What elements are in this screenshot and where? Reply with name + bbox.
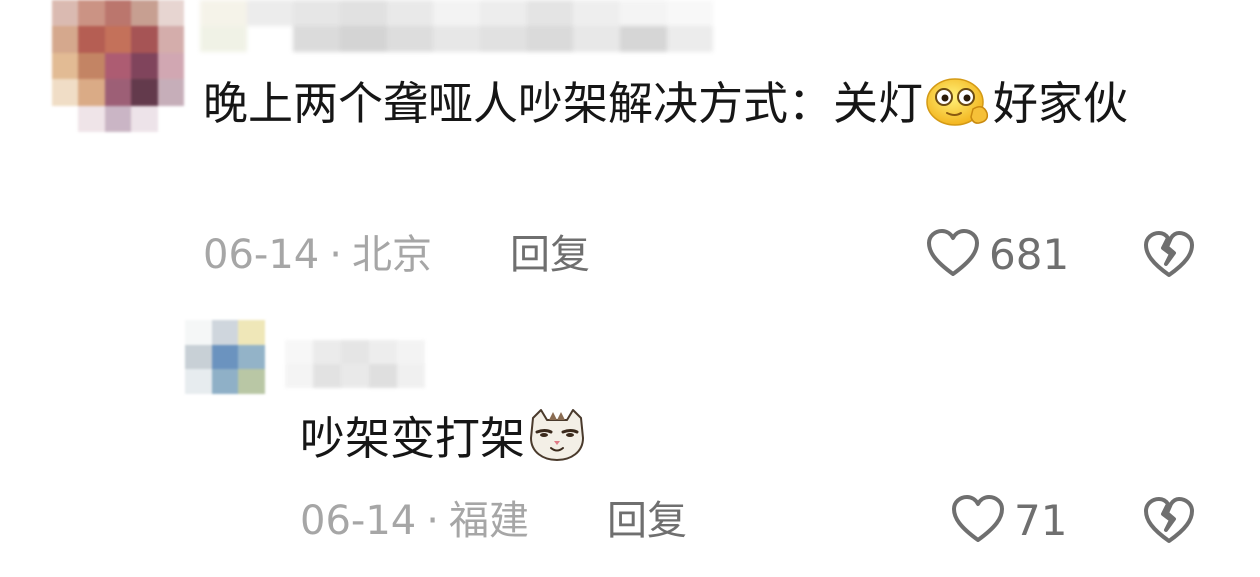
broken-heart-icon xyxy=(1143,231,1195,283)
dislike-button[interactable] xyxy=(1143,497,1195,549)
comment-text: 吵架变打架 xyxy=(300,408,1100,477)
comment-meta: 06-14 · 福建 xyxy=(300,496,529,546)
username-blurred[interactable] xyxy=(285,340,425,388)
comment-meta: 06-14 · 北京 xyxy=(203,230,432,280)
reply-button[interactable]: 回复 xyxy=(607,496,687,546)
like-count: 71 xyxy=(1014,496,1068,545)
smug-cat-emoji-icon xyxy=(527,408,587,477)
thinking-peek-emoji-icon xyxy=(925,75,991,142)
broken-heart-icon xyxy=(1143,497,1195,549)
comment-date: 06-14 xyxy=(203,232,320,278)
comment-location: 福建 xyxy=(448,498,529,544)
like-button[interactable]: 681 xyxy=(925,228,1069,282)
like-button[interactable]: 71 xyxy=(950,494,1067,548)
separator-dot: · xyxy=(426,498,439,544)
dislike-button[interactable] xyxy=(1143,231,1195,283)
heart-outline-icon xyxy=(950,494,1006,548)
avatar-blurred[interactable] xyxy=(52,0,184,132)
comment-location: 北京 xyxy=(351,232,432,278)
username-blurred[interactable] xyxy=(200,0,760,52)
separator-dot: · xyxy=(329,232,342,278)
avatar-blurred[interactable] xyxy=(185,320,265,394)
comment-text: 晚上两个聋哑人吵架解决方式：关灯 好家伙 xyxy=(203,74,1203,142)
comment-date: 06-14 xyxy=(300,498,417,544)
heart-outline-icon xyxy=(925,228,981,282)
reply-button[interactable]: 回复 xyxy=(510,230,590,280)
like-count: 681 xyxy=(989,230,1070,279)
